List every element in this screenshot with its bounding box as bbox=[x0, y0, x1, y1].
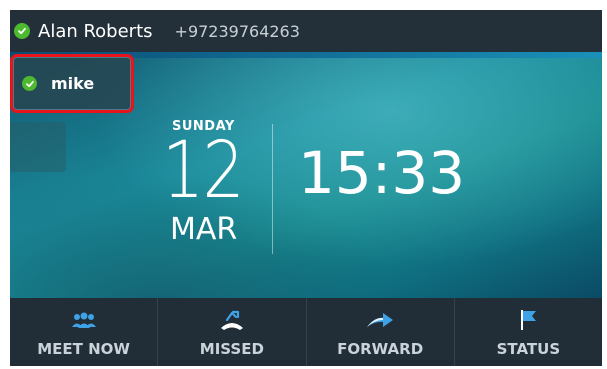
status-bar: Alan Roberts +97239764263 bbox=[10, 10, 602, 52]
empty-favorite-slot[interactable] bbox=[10, 122, 66, 172]
presence-available-icon bbox=[22, 76, 37, 91]
current-time: 15:33 bbox=[298, 139, 466, 207]
contact-tile-mike[interactable]: mike bbox=[10, 54, 134, 113]
missed-button[interactable]: MISSED bbox=[158, 298, 307, 366]
status-flag-icon bbox=[513, 308, 543, 332]
forward-button[interactable]: FORWARD bbox=[307, 298, 455, 366]
contact-name: mike bbox=[51, 74, 95, 93]
softkey-label: MISSED bbox=[199, 340, 264, 358]
softkey-label: FORWARD bbox=[337, 340, 424, 358]
forward-icon bbox=[365, 308, 395, 332]
clock-divider bbox=[272, 124, 273, 254]
day-of-month: 12 bbox=[162, 126, 245, 216]
phone-screen: Alan Roberts +97239764263 mike SUNDAY 12… bbox=[10, 10, 602, 366]
month: MAR bbox=[170, 212, 238, 247]
softkey-bar: MEET NOW MISSED FORWARD STATUS bbox=[10, 298, 602, 366]
missed-call-icon bbox=[217, 308, 247, 332]
softkey-label: STATUS bbox=[496, 340, 561, 358]
meet-now-button[interactable]: MEET NOW bbox=[10, 298, 159, 366]
status-button[interactable]: STATUS bbox=[455, 298, 602, 366]
presence-available-icon bbox=[14, 23, 30, 39]
softkey-label: MEET NOW bbox=[37, 340, 130, 358]
user-name[interactable]: Alan Roberts bbox=[38, 21, 153, 42]
phone-number: +97239764263 bbox=[174, 21, 300, 41]
meet-now-icon bbox=[69, 308, 99, 332]
